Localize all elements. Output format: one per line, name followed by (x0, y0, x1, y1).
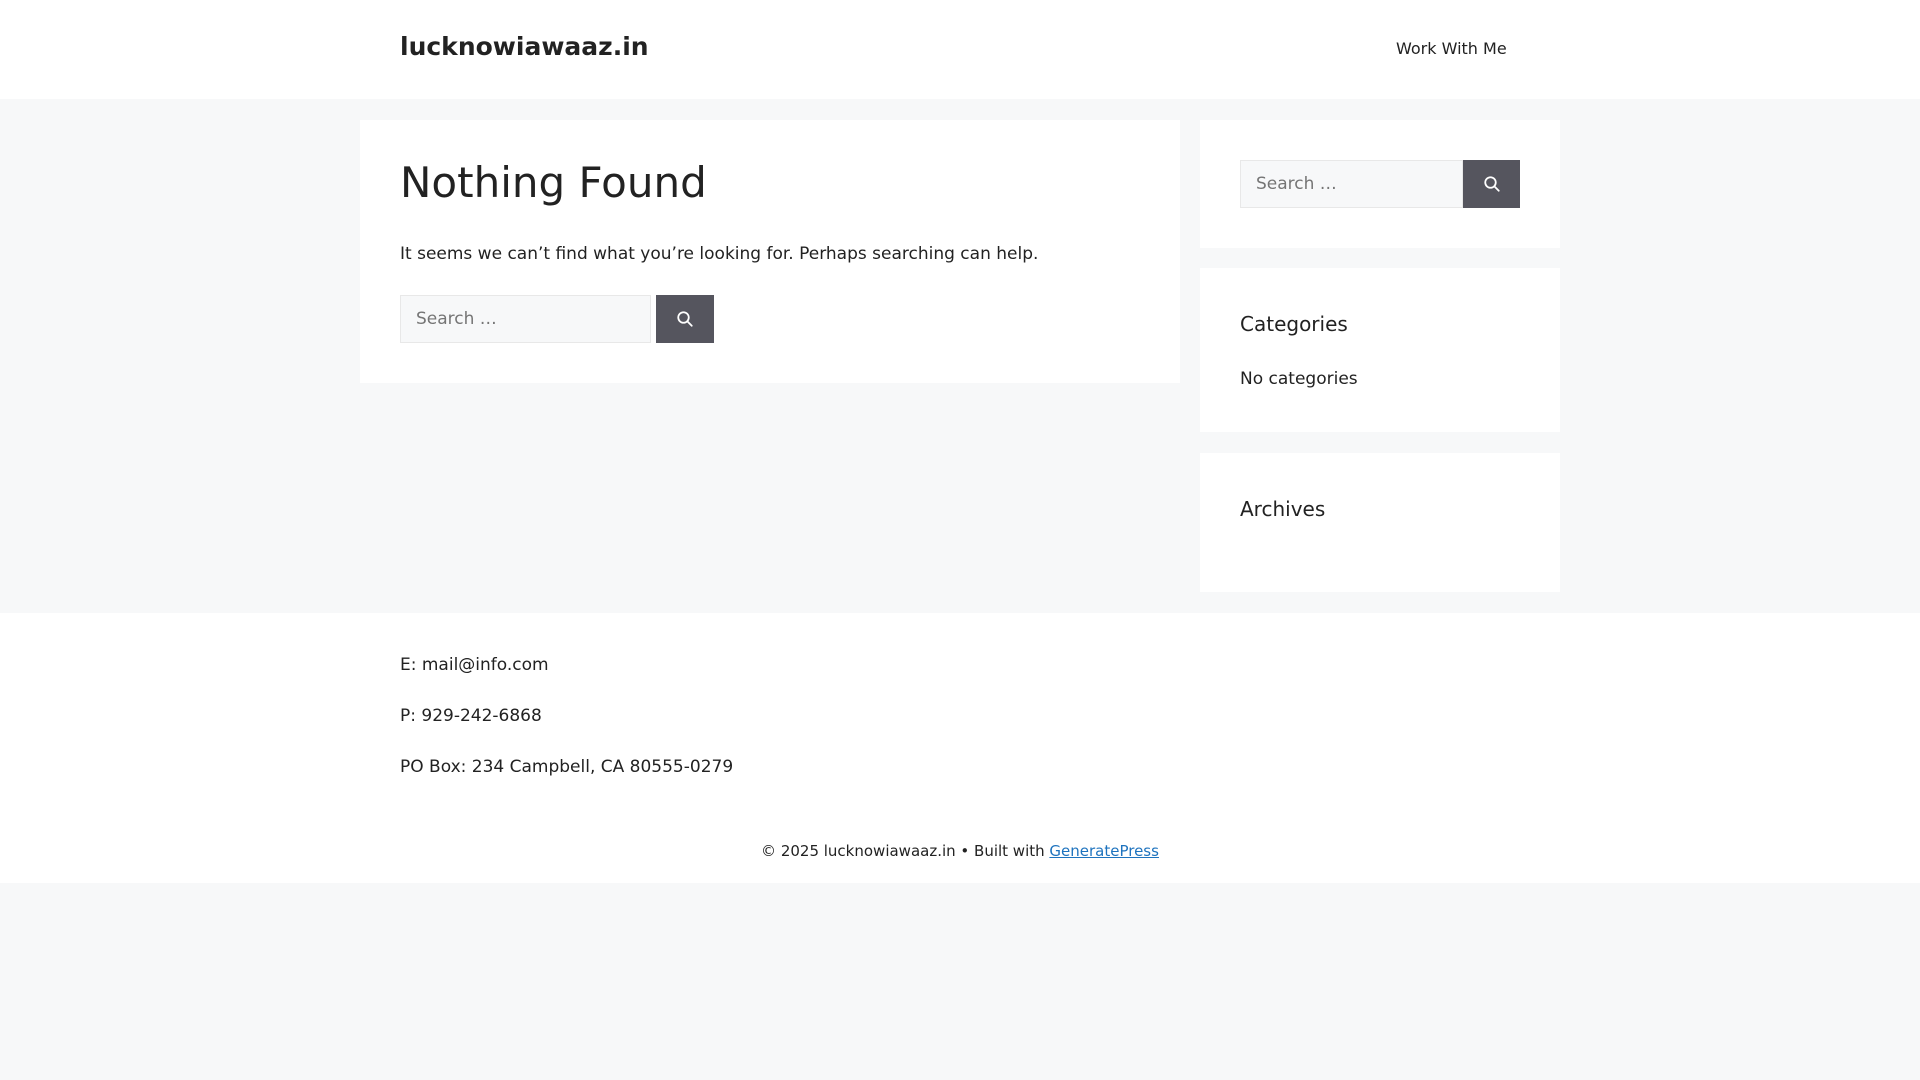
categories-title: Categories (1240, 312, 1348, 336)
copyright: © 2025 lucknowiawaaz.in • Built with Gen… (0, 842, 1920, 860)
sidebar-search-widget (1200, 120, 1560, 248)
copyright-text: © 2025 lucknowiawaaz.in • Built with (761, 842, 1050, 860)
search-input[interactable] (400, 295, 651, 343)
categories-empty-text: No categories (1240, 369, 1358, 389)
search-icon (677, 311, 693, 327)
search-button[interactable] (656, 295, 714, 343)
sidebar-search-input[interactable] (1240, 160, 1463, 208)
site-title-link[interactable]: lucknowiawaaz.in (400, 32, 649, 61)
page-title: Nothing Found (400, 158, 707, 207)
site-header: lucknowiawaaz.in Work With Me (0, 0, 1920, 99)
nav-item-work-with-me[interactable]: Work With Me (1396, 39, 1507, 58)
sidebar-categories-widget: Categories No categories (1200, 268, 1560, 432)
footer-email: E: mail@info.com (400, 655, 549, 675)
main-content-card: Nothing Found It seems we can’t find wha… (360, 120, 1180, 383)
archives-title: Archives (1240, 497, 1326, 521)
search-icon (1483, 176, 1500, 192)
generatepress-link[interactable]: GeneratePress (1049, 842, 1159, 860)
footer-address: PO Box: 234 Campbell, CA 80555-0279 (400, 757, 734, 777)
sidebar-archives-widget: Archives (1200, 453, 1560, 592)
site-footer: E: mail@info.com P: 929-242-6868 PO Box:… (0, 613, 1920, 883)
not-found-message: It seems we can’t find what you’re looki… (400, 244, 1039, 264)
footer-phone: P: 929-242-6868 (400, 706, 542, 726)
sidebar-search-button[interactable] (1463, 160, 1520, 208)
